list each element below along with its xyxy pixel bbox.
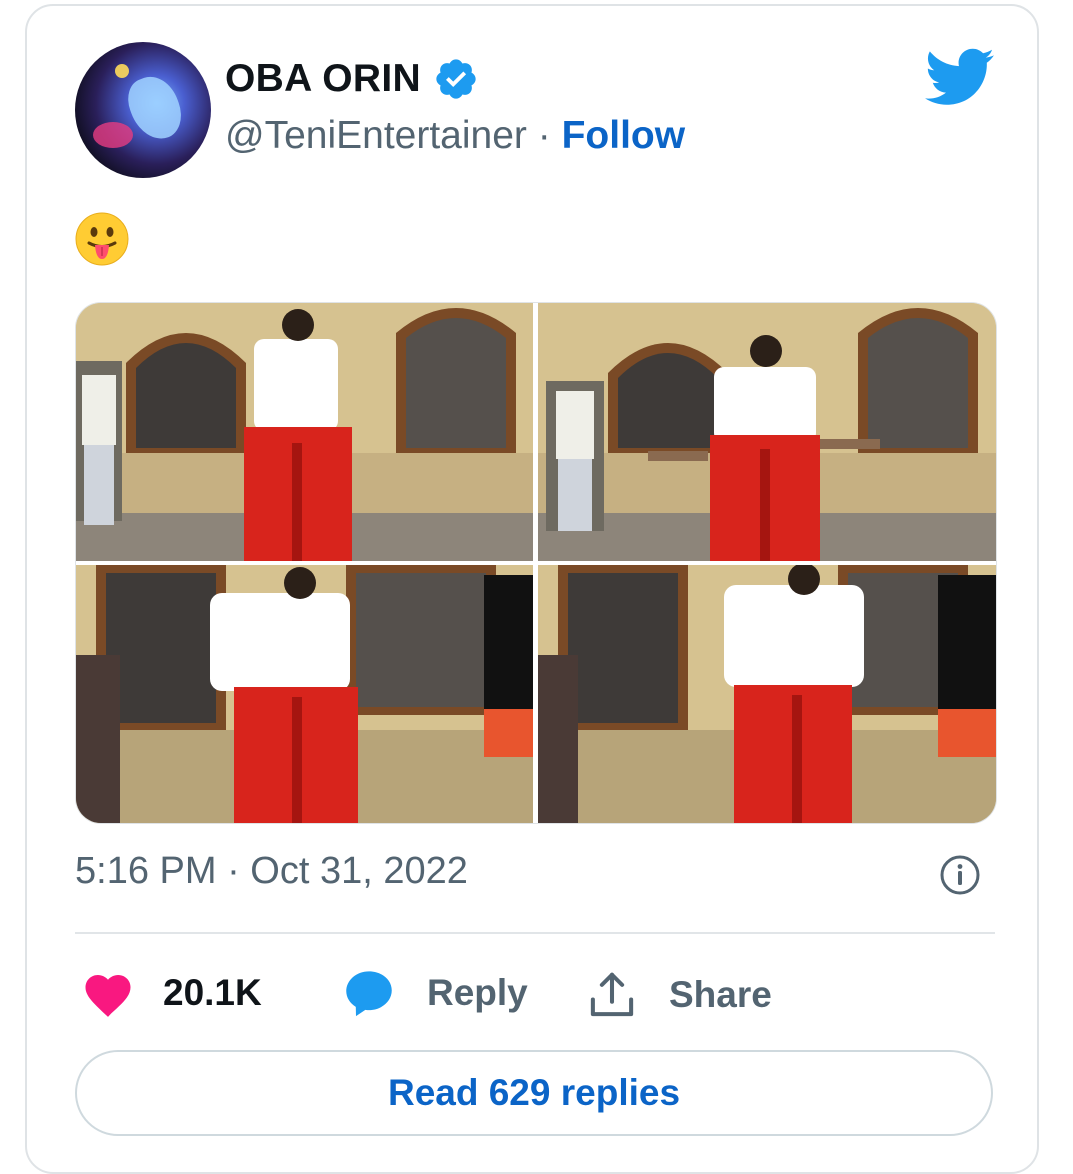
tongue-out-emoji-icon — [75, 212, 129, 266]
author-name[interactable]: OBA ORIN — [225, 57, 421, 101]
heart-icon — [85, 975, 131, 1017]
reply-label: Reply — [427, 972, 528, 1013]
author-handle-row: @TeniEntertainer · Follow — [225, 114, 685, 158]
author-name-row: OBA ORIN — [225, 56, 479, 102]
read-replies-button[interactable]: Read 629 replies — [75, 1050, 993, 1136]
photo-3[interactable] — [76, 565, 533, 823]
speech-bubble-icon — [346, 971, 392, 1017]
share-button[interactable]: Share — [585, 968, 772, 1022]
photo-2[interactable] — [538, 303, 996, 561]
share-label: Share — [669, 974, 772, 1015]
tweet-timestamp[interactable]: 5:16 PM · Oct 31, 2022 — [75, 850, 468, 893]
like-button[interactable]: 20.1K — [81, 968, 262, 1018]
tweet-card: OBA ORIN @TeniEntertainer · Follow 5:16 … — [25, 4, 1039, 1174]
author-handle[interactable]: @TeniEntertainer — [225, 114, 527, 157]
avatar[interactable] — [75, 42, 211, 178]
like-count: 20.1K — [163, 972, 262, 1013]
handle-separator: · — [526, 114, 562, 157]
divider — [75, 932, 995, 934]
verified-badge-icon — [436, 59, 476, 99]
reply-button[interactable]: Reply — [343, 968, 528, 1018]
share-upload-icon — [590, 972, 634, 1017]
media-grid — [75, 302, 997, 824]
photo-1[interactable] — [76, 303, 533, 561]
info-icon[interactable] — [939, 854, 981, 896]
follow-link[interactable]: Follow — [562, 114, 685, 157]
photo-4[interactable] — [538, 565, 996, 823]
twitter-bird-icon[interactable] — [925, 46, 995, 106]
